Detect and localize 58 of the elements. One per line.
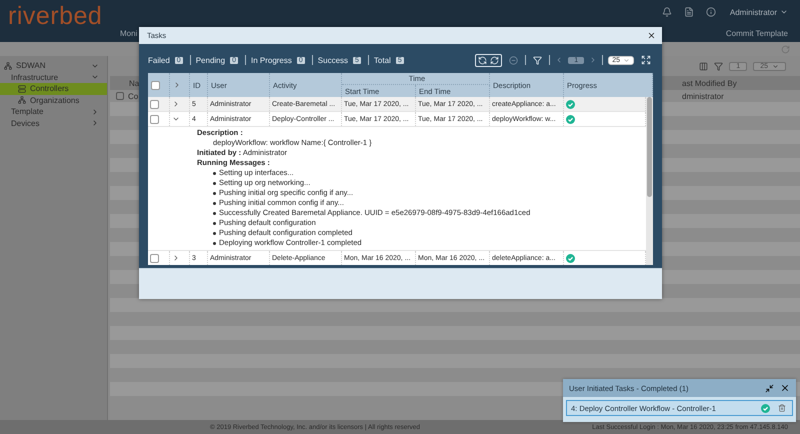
chevron-down-icon — [623, 56, 630, 64]
table-cell-text: Co — [128, 92, 140, 100]
trash-icon[interactable] — [778, 404, 786, 412]
sidebar-item[interactable]: SDWAN — [0, 60, 107, 72]
bullet-icon — [213, 242, 216, 244]
checkbox[interactable] — [150, 114, 159, 124]
network-icon — [4, 62, 12, 70]
status-label: Total — [374, 56, 391, 64]
checkbox[interactable] — [150, 100, 159, 108]
status-label: Failed — [148, 56, 170, 64]
close-icon[interactable] — [780, 383, 790, 393]
server-icon — [18, 84, 26, 93]
collapse-all-button[interactable] — [507, 54, 520, 66]
rotate-right-icon — [490, 56, 500, 64]
expand-toggle[interactable] — [172, 100, 180, 108]
nav-tab[interactable]: Commit Template — [726, 29, 788, 42]
columns-icon[interactable] — [699, 62, 708, 70]
sidebar-item[interactable]: Template — [0, 106, 107, 118]
bullet-icon — [213, 232, 216, 234]
filter-button[interactable] — [531, 54, 544, 66]
sidebar-item[interactable]: Controllers — [0, 83, 107, 94]
rotate-left-icon — [478, 56, 488, 64]
user-menu[interactable]: Administrator — [730, 8, 788, 16]
sidebar-item[interactable]: Infrastructure — [0, 72, 107, 83]
hierarchy-icon — [18, 96, 26, 104]
expand-toggle[interactable] — [172, 254, 180, 262]
chevron-right-icon[interactable] — [173, 81, 181, 89]
document-icon[interactable] — [684, 7, 694, 17]
checkbox[interactable] — [150, 254, 159, 262]
column-header: ast Modified By — [681, 78, 738, 88]
minimize-icon[interactable] — [765, 384, 774, 392]
chevron-down-icon — [772, 62, 779, 70]
info-icon[interactable] — [706, 7, 716, 17]
column-header: Na — [128, 78, 139, 88]
checkbox[interactable] — [116, 92, 124, 100]
table-cell-text: dministrator — [681, 92, 725, 100]
nav-tab[interactable]: Moni — [120, 29, 138, 42]
close-button[interactable] — [647, 31, 656, 40]
bullet-icon — [213, 212, 216, 214]
bullet-icon — [213, 172, 216, 174]
refresh-button[interactable] — [475, 54, 502, 66]
status-label: In Progress — [250, 56, 292, 64]
bullet-icon — [213, 182, 216, 184]
bullet-icon — [213, 222, 216, 224]
expand-button[interactable] — [639, 54, 653, 66]
logo: riverbed — [8, 2, 102, 30]
bell-icon[interactable] — [662, 7, 672, 17]
bullet-icon — [213, 202, 216, 204]
filter-icon[interactable] — [714, 62, 724, 70]
status-label: Pending — [196, 56, 226, 64]
sidebar-item[interactable]: Devices — [0, 118, 107, 129]
expand-toggle[interactable] — [172, 115, 180, 123]
chevron-down-icon — [780, 8, 788, 16]
checkbox[interactable] — [151, 80, 160, 90]
status-label: Success — [318, 56, 348, 64]
scrollbar[interactable] — [646, 97, 653, 265]
bullet-icon — [213, 192, 216, 194]
sidebar-item[interactable]: Organizations — [0, 94, 107, 106]
